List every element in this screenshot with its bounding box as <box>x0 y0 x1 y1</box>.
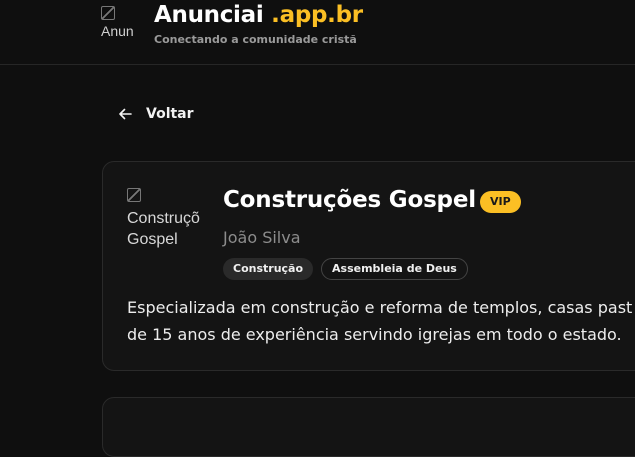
top-header: Anun Anunciai .app.br Conectando a comun… <box>0 0 635 65</box>
tag-church[interactable]: Assembleia de Deus <box>321 258 468 280</box>
logo-alt-text: Anun <box>101 22 134 39</box>
brand-name: Anunciai <box>154 2 264 28</box>
brand-tagline: Conectando a comunidade cristã <box>154 33 357 46</box>
tag-list: Construção Assembleia de Deus <box>223 258 468 280</box>
brand-title[interactable]: Anunciai .app.br <box>154 2 363 28</box>
listing-owner: João Silva <box>223 228 301 247</box>
listing-avatar: Construçõ Gospel <box>127 186 207 250</box>
avatar-alt-line1: Construçõ <box>127 209 200 227</box>
listing-description: Especializada em construção e reforma de… <box>127 294 635 348</box>
vip-badge: VIP <box>480 191 521 213</box>
brand-logo-image[interactable]: Anun <box>101 6 145 42</box>
arrow-left-icon <box>119 108 132 120</box>
description-line: Especializada em construção e reforma de… <box>127 298 633 317</box>
brand-domain: .app.br <box>271 2 363 28</box>
secondary-card <box>102 397 635 457</box>
back-label: Voltar <box>146 106 194 122</box>
broken-image-icon <box>127 188 141 202</box>
avatar-alt-line2: Gospel <box>127 231 178 249</box>
broken-image-icon <box>101 6 115 20</box>
back-button[interactable]: Voltar <box>118 106 194 122</box>
listing-card: Construçõ Gospel Construções Gospel VIP … <box>102 161 635 371</box>
tag-category[interactable]: Construção <box>223 258 314 280</box>
description-line: de 15 anos de experiência servindo igrej… <box>127 325 622 344</box>
listing-title: Construções Gospel <box>223 187 476 213</box>
